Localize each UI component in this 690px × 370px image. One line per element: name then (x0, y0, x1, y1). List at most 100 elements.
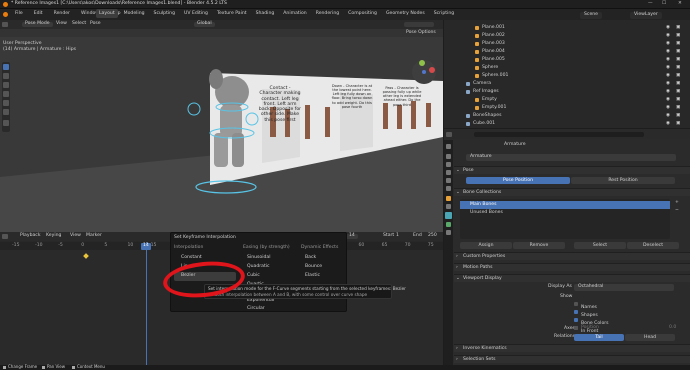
inverse-kinematics-panel-header[interactable]: › Inverse Kinematics (454, 344, 690, 352)
bone-constraints-tab-icon[interactable] (446, 230, 451, 235)
editor-type-icon[interactable] (2, 22, 8, 27)
object-tab-icon[interactable] (446, 196, 451, 201)
menu-marker[interactable]: Marker (86, 233, 102, 239)
render-camera-icon[interactable]: ▣ (676, 33, 680, 39)
remove-button[interactable]: Remove (513, 242, 565, 249)
render-camera-icon[interactable]: ▣ (676, 73, 680, 79)
menu-render[interactable]: Render (51, 9, 73, 18)
outliner-row[interactable]: Plane.004 ◉ ▣ (444, 48, 690, 56)
outliner-row[interactable]: Plane.002 ◉ ▣ (444, 32, 690, 40)
assign-button[interactable]: Assign (460, 242, 512, 249)
outliner[interactable]: Plane.001 ◉ ▣ Plane.002 ◉ ▣ Plane.003 ◉ ▣ Plane.0… (444, 20, 690, 128)
3d-viewport[interactable]: Pose Mode View Select Pose Global Pose O… (0, 20, 443, 232)
scene-tab-icon[interactable] (446, 178, 451, 183)
visibility-eye-icon[interactable]: ◉ (666, 113, 670, 119)
maximize-button[interactable]: ☐ (662, 1, 666, 7)
playhead-line[interactable] (146, 242, 147, 365)
visibility-eye-icon[interactable]: ◉ (666, 97, 670, 103)
tab-geometry-nodes[interactable]: Geometry Nodes (383, 9, 428, 18)
menu-view[interactable]: View (56, 21, 67, 27)
axes-position-field[interactable]: Position (581, 325, 599, 331)
menu-file[interactable]: File (12, 9, 26, 18)
ease-quadratic[interactable]: Quadratic (247, 264, 270, 270)
visibility-eye-icon[interactable]: ◉ (666, 105, 670, 111)
dyn-bounce[interactable]: Bounce (305, 264, 322, 270)
render-camera-icon[interactable]: ▣ (676, 41, 680, 47)
custom-properties-panel-header[interactable]: › Custom Properties (454, 252, 690, 260)
properties-search[interactable] (474, 132, 644, 137)
rest-position-button[interactable]: Rest Position (571, 177, 675, 184)
outliner-row[interactable]: Sphere ◉ ▣ (444, 64, 690, 72)
render-camera-icon[interactable]: ▣ (676, 81, 680, 87)
ease-circular[interactable]: Circular (247, 306, 265, 312)
navigation-gizmo[interactable] (410, 58, 438, 86)
render-camera-icon[interactable]: ▣ (676, 105, 680, 111)
show-option-row[interactable]: In Front (574, 317, 598, 334)
tab-modeling[interactable]: Modeling (121, 9, 148, 18)
outliner-row[interactable]: Empty ◉ ▣ (444, 96, 690, 104)
blender-menu-icon[interactable] (3, 12, 8, 17)
render-camera-icon[interactable]: ▣ (676, 49, 680, 55)
tab-texture-paint[interactable]: Texture Paint (214, 9, 250, 18)
view-layer-selector[interactable]: ViewLayer (630, 12, 662, 19)
display-as-dropdown[interactable]: Octahedral (574, 284, 674, 291)
pose-position-button[interactable]: Pose Position (466, 177, 570, 184)
constraints-tab-icon[interactable] (446, 204, 451, 209)
playhead-frame-badge[interactable]: 14 (141, 243, 151, 250)
orientation-selector[interactable]: Global (194, 21, 215, 27)
scene-selector[interactable]: Scene (580, 12, 603, 19)
ease-cubic[interactable]: Cubic (247, 273, 260, 279)
visibility-eye-icon[interactable]: ◉ (666, 33, 670, 39)
end-frame-field[interactable]: 250 (428, 233, 437, 239)
current-frame-field[interactable]: 14 (346, 233, 358, 239)
menu-pose[interactable]: Pose (90, 21, 101, 27)
visibility-eye-icon[interactable]: ◉ (666, 121, 670, 127)
timeline-editor-type-icon[interactable] (2, 234, 8, 239)
dyn-back[interactable]: Back (305, 255, 316, 261)
show-option-row[interactable]: Shapes (574, 301, 598, 318)
render-tab-icon[interactable] (446, 154, 451, 159)
outliner-row[interactable]: Camera ◉ ▣ (444, 80, 690, 88)
tab-sculpting[interactable]: Sculpting (151, 9, 178, 18)
bone-tab-icon[interactable] (446, 222, 451, 227)
close-button[interactable]: ✕ (678, 1, 682, 7)
tab-rendering[interactable]: Rendering (313, 9, 342, 18)
pose-panel-header[interactable]: ⌄ Pose (454, 166, 690, 174)
bone-collection-list[interactable]: Main Bones Unused Bones (460, 199, 670, 239)
menu-keying[interactable]: Keying (46, 233, 61, 239)
visibility-eye-icon[interactable]: ◉ (666, 65, 670, 71)
shading-buttons[interactable] (404, 22, 434, 27)
outliner-row[interactable]: BoneShapes ◉ ▣ (444, 112, 690, 120)
show-option-row[interactable]: Names (574, 293, 597, 310)
render-camera-icon[interactable]: ▣ (676, 25, 680, 31)
outliner-row[interactable]: Cube.001 ◉ ▣ (444, 120, 690, 128)
outliner-row[interactable]: Plane.001 ◉ ▣ (444, 24, 690, 32)
outliner-row[interactable]: Empty.001 ◉ ▣ (444, 104, 690, 112)
relations-head-button[interactable]: Head (625, 334, 675, 341)
outliner-row[interactable]: Sphere.001 ◉ ▣ (444, 72, 690, 80)
visibility-eye-icon[interactable]: ◉ (666, 81, 670, 87)
render-camera-icon[interactable]: ▣ (676, 89, 680, 95)
ease-exponential[interactable]: Exponential (247, 298, 274, 304)
visibility-eye-icon[interactable]: ◉ (666, 73, 670, 79)
mode-selector[interactable]: Pose Mode (22, 21, 53, 27)
tab-compositing[interactable]: Compositing (345, 9, 380, 18)
select-button[interactable]: Select (574, 242, 626, 249)
show-option-row[interactable]: Bone Colors (574, 309, 609, 326)
outliner-row[interactable]: Plane.005 ◉ ▣ (444, 56, 690, 64)
selection-sets-panel-header[interactable]: › Selection Sets (454, 355, 690, 363)
interp-constant[interactable]: Constant (181, 255, 202, 261)
output-tab-icon[interactable] (446, 162, 451, 167)
bone-collection-unused[interactable]: Unused Bones (460, 209, 670, 217)
menu-playback[interactable]: Playback (20, 233, 41, 239)
render-camera-icon[interactable]: ▣ (676, 57, 680, 63)
tab-animation[interactable]: Animation (280, 9, 309, 18)
dyn-elastic[interactable]: Elastic (305, 273, 320, 279)
menu-select[interactable]: Select (72, 21, 86, 27)
bone-collection-main[interactable]: Main Bones (460, 201, 670, 209)
outliner-row[interactable]: Ref Images ◉ ▣ (444, 88, 690, 96)
render-camera-icon[interactable]: ▣ (676, 121, 680, 127)
tab-uv-editing[interactable]: UV Editing (181, 9, 211, 18)
minimize-button[interactable]: — (648, 1, 653, 7)
render-camera-icon[interactable]: ▣ (676, 97, 680, 103)
